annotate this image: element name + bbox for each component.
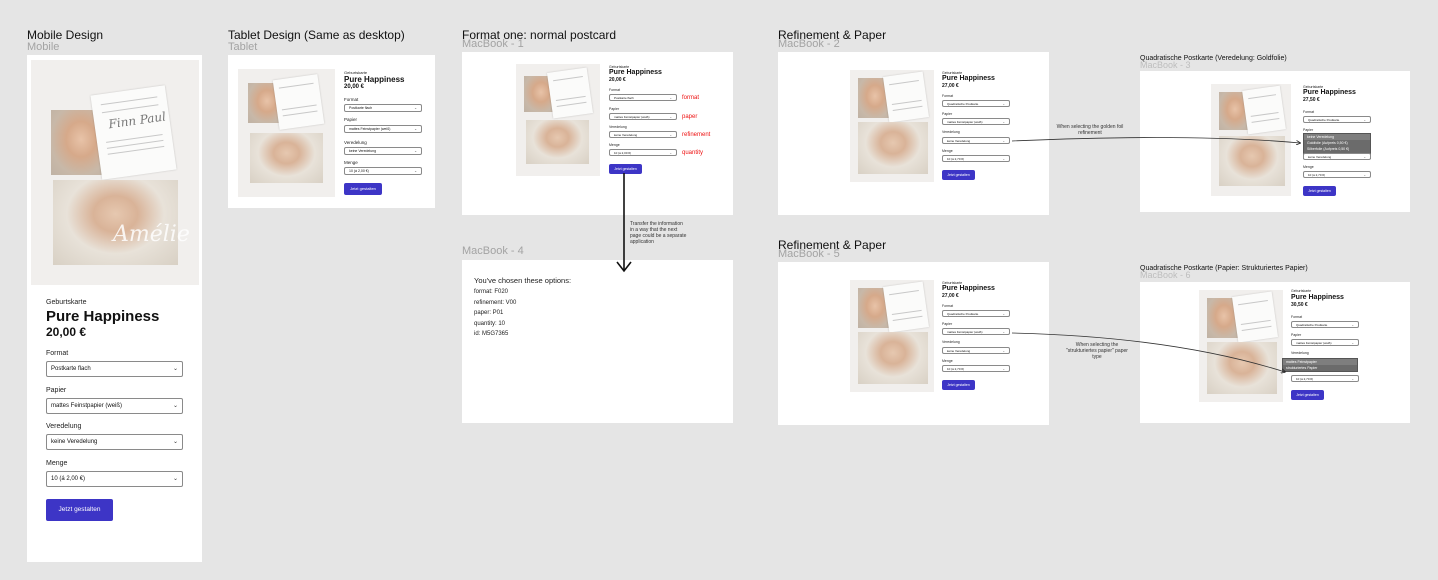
goldfoil-arrow bbox=[1011, 137, 1300, 143]
flow-arrows bbox=[616, 137, 1438, 580]
structured-arrow bbox=[1011, 332, 1285, 372]
